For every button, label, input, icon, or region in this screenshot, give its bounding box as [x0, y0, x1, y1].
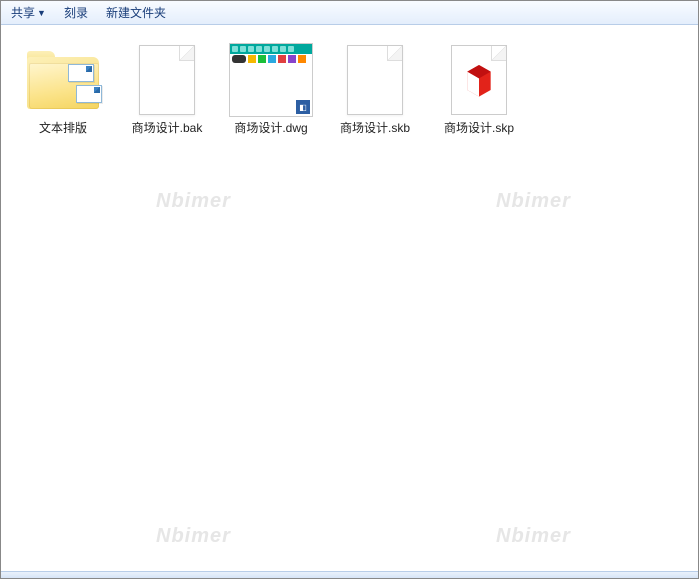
watermark: Nbimer: [156, 525, 231, 548]
watermark: Nbimer: [156, 190, 231, 213]
toolbar: 共享 ▼ 刻录 新建文件夹: [1, 1, 698, 25]
folder-icon: [21, 41, 105, 119]
file-item[interactable]: 商场设计.bak: [115, 37, 219, 141]
item-label: 文本排版: [39, 121, 87, 137]
item-label: 商场设计.skb: [340, 121, 410, 137]
file-icon: [125, 41, 209, 119]
toolbar-burn-label: 刻录: [64, 4, 88, 21]
watermark: Nbimer: [496, 190, 571, 213]
file-item[interactable]: 商场设计.skp: [427, 37, 531, 141]
toolbar-share[interactable]: 共享 ▼: [11, 4, 46, 21]
file-icon: [333, 41, 417, 119]
toolbar-new-folder[interactable]: 新建文件夹: [106, 4, 166, 21]
status-bar: [1, 571, 698, 578]
folder-item[interactable]: 文本排版: [11, 37, 115, 141]
file-pane[interactable]: 文本排版 商场设计.bak ◧ 商场设计.dwg 商场设计.skb: [1, 25, 698, 571]
sketchup-icon: [437, 41, 521, 119]
toolbar-share-label: 共享: [11, 4, 35, 21]
item-label: 商场设计.bak: [132, 121, 203, 137]
watermark: Nbimer: [496, 525, 571, 548]
file-item[interactable]: 商场设计.skb: [323, 37, 427, 141]
file-item[interactable]: ◧ 商场设计.dwg: [219, 37, 323, 141]
dwg-thumbnail-icon: ◧: [229, 41, 313, 119]
chevron-down-icon: ▼: [37, 8, 46, 18]
toolbar-burn[interactable]: 刻录: [64, 4, 88, 21]
item-label: 商场设计.skp: [444, 121, 514, 137]
toolbar-new-folder-label: 新建文件夹: [106, 4, 166, 21]
item-label: 商场设计.dwg: [234, 121, 307, 137]
